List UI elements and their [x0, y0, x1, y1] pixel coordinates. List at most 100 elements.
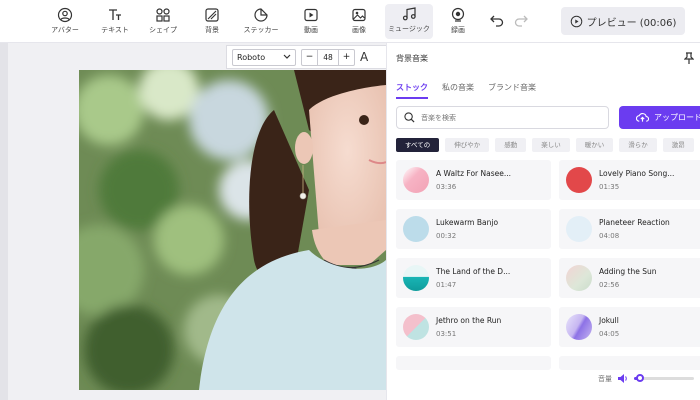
left-sidebar-strip [0, 43, 8, 400]
mood-filter-chips: すべての 伸びやか 感動 楽しい 暖かい 滑らか 激昂 [396, 138, 694, 152]
track-duration: 03:51 [436, 330, 457, 338]
track-thumbnail [403, 314, 429, 340]
chip-all[interactable]: すべての [396, 138, 440, 152]
search-icon [404, 112, 415, 123]
woman-portrait-image [79, 70, 386, 390]
tool-video[interactable]: 動画 [287, 5, 335, 39]
font-family-value: Roboto [237, 52, 266, 62]
track-thumbnail [403, 167, 429, 193]
track-card[interactable]: Lovely Piano Song... 01:35 [559, 160, 700, 200]
tab-brand-music[interactable]: ブランド音楽 [488, 82, 536, 99]
chevron-down-icon [283, 54, 291, 59]
track-title: Lukewarm Banjo [436, 218, 499, 227]
tool-text[interactable]: テキスト [91, 5, 139, 39]
track-card[interactable] [396, 356, 551, 370]
volume-label: 音量 [598, 374, 612, 383]
track-card[interactable]: Lukewarm Banjo 00:32 [396, 209, 551, 249]
speaker-icon[interactable] [617, 373, 629, 384]
sticker-icon [254, 8, 268, 22]
track-card[interactable]: The Land of the D... 01:47 [396, 258, 551, 298]
upload-label: アップロード [654, 113, 700, 122]
track-title: A Waltz For Nasee... [436, 169, 511, 178]
track-card[interactable] [559, 356, 700, 370]
cloud-upload-icon [636, 113, 649, 122]
track-duration: 03:36 [436, 183, 457, 191]
chip-mood[interactable]: 楽しい [532, 138, 570, 152]
track-duration: 01:47 [436, 281, 457, 289]
track-thumbnail [403, 216, 429, 242]
tool-avatar[interactable]: アバター [41, 5, 89, 39]
tab-stock[interactable]: ストック [396, 82, 428, 99]
tool-label: 録画 [451, 26, 465, 34]
tool-background[interactable]: 背景 [188, 5, 236, 39]
font-size-increase-button[interactable]: + [339, 52, 354, 62]
tool-label: ミュージック [388, 25, 430, 33]
music-tabs: ストック 私の音楽 ブランド音楽 [396, 82, 536, 99]
background-icon [205, 8, 219, 22]
track-card[interactable]: Jethro on the Run 03:51 [396, 307, 551, 347]
app-window: アバター テキスト シェイプ 背景 ステッカー 動画 画像 ミュージック 録画 … [0, 0, 700, 400]
chip-mood[interactable]: 伸びやか [445, 138, 490, 152]
tool-label: 背景 [205, 26, 219, 34]
chip-mood[interactable]: 感動 [495, 138, 527, 152]
track-card[interactable]: Planeteer Reaction 04:08 [559, 209, 700, 249]
tool-image[interactable]: 画像 [335, 5, 383, 39]
chip-mood[interactable]: 暖かい [575, 138, 614, 152]
track-duration: 02:56 [599, 281, 620, 289]
record-icon [451, 7, 465, 22]
volume-slider[interactable] [634, 374, 694, 382]
track-title: Planeteer Reaction [599, 218, 670, 227]
tool-shapes[interactable]: シェイプ [139, 5, 187, 39]
upload-button[interactable]: アップロード [619, 106, 700, 129]
track-thumbnail [566, 167, 592, 193]
tool-label: 動画 [304, 26, 318, 34]
chip-mood[interactable]: 滑らか [619, 138, 657, 152]
pin-icon[interactable] [684, 52, 694, 64]
track-duration: 01:35 [599, 183, 620, 191]
music-search-input[interactable] [421, 113, 581, 122]
track-title: Jethro on the Run [436, 316, 502, 325]
track-title: Jokull [599, 316, 619, 325]
shapes-icon [156, 8, 170, 22]
track-title: Adding the Sun [599, 267, 657, 276]
font-family-select[interactable]: Roboto [232, 48, 296, 66]
track-thumbnail [566, 265, 592, 291]
tool-label: ステッカー [243, 26, 279, 34]
redo-icon[interactable] [513, 12, 529, 28]
text-format-toolbar: Roboto − 48 + A [226, 45, 386, 69]
track-thumbnail [566, 216, 592, 242]
font-size-decrease-button[interactable]: − [302, 52, 317, 62]
volume-control: 音量 [598, 373, 694, 384]
tool-sticker[interactable]: ステッカー [237, 5, 285, 39]
tab-my-music[interactable]: 私の音楽 [442, 82, 474, 99]
track-card[interactable]: A Waltz For Nasee... 03:36 [396, 160, 551, 200]
chip-mood[interactable]: 激昂 [662, 138, 694, 152]
music-panel: 背景音楽 ストック 私の音楽 ブランド音楽 アップロード すべての 伸びやか 感… [386, 43, 700, 400]
tool-label: アバター [51, 26, 79, 34]
track-title: The Land of the D... [436, 267, 511, 276]
play-circle-icon [570, 15, 582, 27]
text-color-button[interactable]: A [360, 50, 368, 64]
track-card[interactable]: Adding the Sun 02:56 [559, 258, 700, 298]
music-icon [402, 7, 416, 21]
track-duration: 04:08 [599, 232, 620, 240]
track-thumbnail [566, 314, 592, 340]
tool-label: シェイプ [149, 26, 177, 34]
preview-label: プレビュー (00:06) [586, 17, 677, 29]
panel-title: 背景音楽 [396, 54, 428, 63]
font-size-value[interactable]: 48 [317, 49, 339, 65]
font-size-stepper[interactable]: − 48 + [301, 48, 355, 66]
volume-slider-handle[interactable] [636, 374, 644, 382]
tool-record[interactable]: 録画 [434, 5, 482, 39]
canvas-photo[interactable] [79, 70, 386, 390]
preview-button[interactable]: プレビュー (00:06) [561, 7, 685, 35]
text-icon [109, 9, 121, 20]
top-toolbar: アバター テキスト シェイプ 背景 ステッカー 動画 画像 ミュージック 録画 … [0, 0, 700, 43]
track-title: Lovely Piano Song... [599, 169, 675, 178]
track-card[interactable]: Jokull 04:05 [559, 307, 700, 347]
undo-icon[interactable] [489, 12, 505, 28]
tool-music[interactable]: ミュージック [385, 4, 433, 39]
music-search-box [396, 106, 609, 129]
track-duration: 00:32 [436, 232, 457, 240]
image-icon [352, 8, 366, 22]
